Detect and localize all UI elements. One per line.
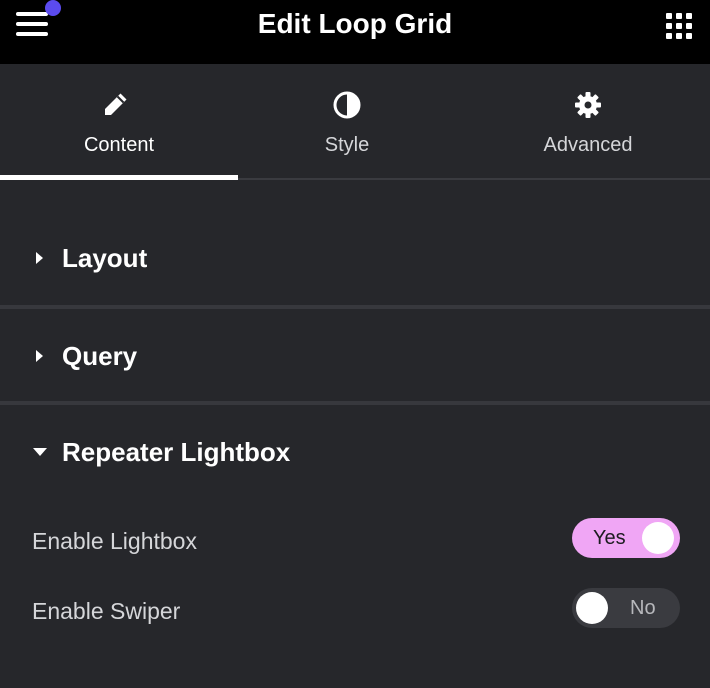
toggle-knob bbox=[576, 592, 608, 624]
section-layout[interactable]: Layout bbox=[0, 233, 710, 283]
section-repeater-lightbox-title: Repeater Lightbox bbox=[62, 437, 291, 467]
section-layout-title: Layout bbox=[62, 243, 148, 273]
section-query[interactable]: Query bbox=[0, 331, 710, 381]
enable-lightbox-toggle[interactable]: Yes bbox=[572, 518, 680, 558]
apps-grid-button[interactable] bbox=[665, 12, 693, 40]
gear-icon bbox=[575, 92, 601, 118]
enable-lightbox-label: Enable Lightbox bbox=[32, 528, 197, 554]
section-repeater-lightbox[interactable]: Repeater Lightbox bbox=[0, 427, 710, 477]
section-query-title: Query bbox=[62, 341, 138, 371]
tab-style[interactable]: Style bbox=[238, 64, 456, 178]
tab-content[interactable]: Content bbox=[0, 64, 238, 180]
apps-grid-icon bbox=[666, 13, 692, 39]
tab-style-label: Style bbox=[324, 134, 370, 156]
enable-swiper-row: Enable Swiper No bbox=[0, 588, 710, 632]
section-divider bbox=[0, 401, 710, 405]
editor-header: Edit Loop Grid bbox=[0, 0, 710, 64]
half-circle-contrast-icon bbox=[333, 91, 361, 119]
panel-tabs: Content Style Advanced bbox=[0, 64, 710, 180]
caret-right-icon bbox=[36, 350, 43, 362]
tab-advanced[interactable]: Advanced bbox=[466, 64, 710, 178]
toggle-knob bbox=[642, 522, 674, 554]
pencil-icon bbox=[105, 93, 127, 115]
tab-content-label: Content bbox=[83, 134, 155, 156]
tab-advanced-label: Advanced bbox=[543, 134, 633, 156]
caret-right-icon bbox=[36, 252, 43, 264]
active-tab-indicator bbox=[0, 175, 238, 180]
caret-down-icon bbox=[33, 448, 47, 456]
enable-swiper-label: Enable Swiper bbox=[32, 598, 181, 624]
section-divider bbox=[0, 305, 710, 309]
toggle-state-text: Yes bbox=[593, 527, 626, 549]
page-title: Edit Loop Grid bbox=[257, 8, 453, 39]
toggle-state-text: No bbox=[630, 597, 656, 619]
enable-swiper-toggle[interactable]: No bbox=[572, 588, 680, 628]
enable-lightbox-row: Enable Lightbox Yes bbox=[0, 518, 710, 562]
